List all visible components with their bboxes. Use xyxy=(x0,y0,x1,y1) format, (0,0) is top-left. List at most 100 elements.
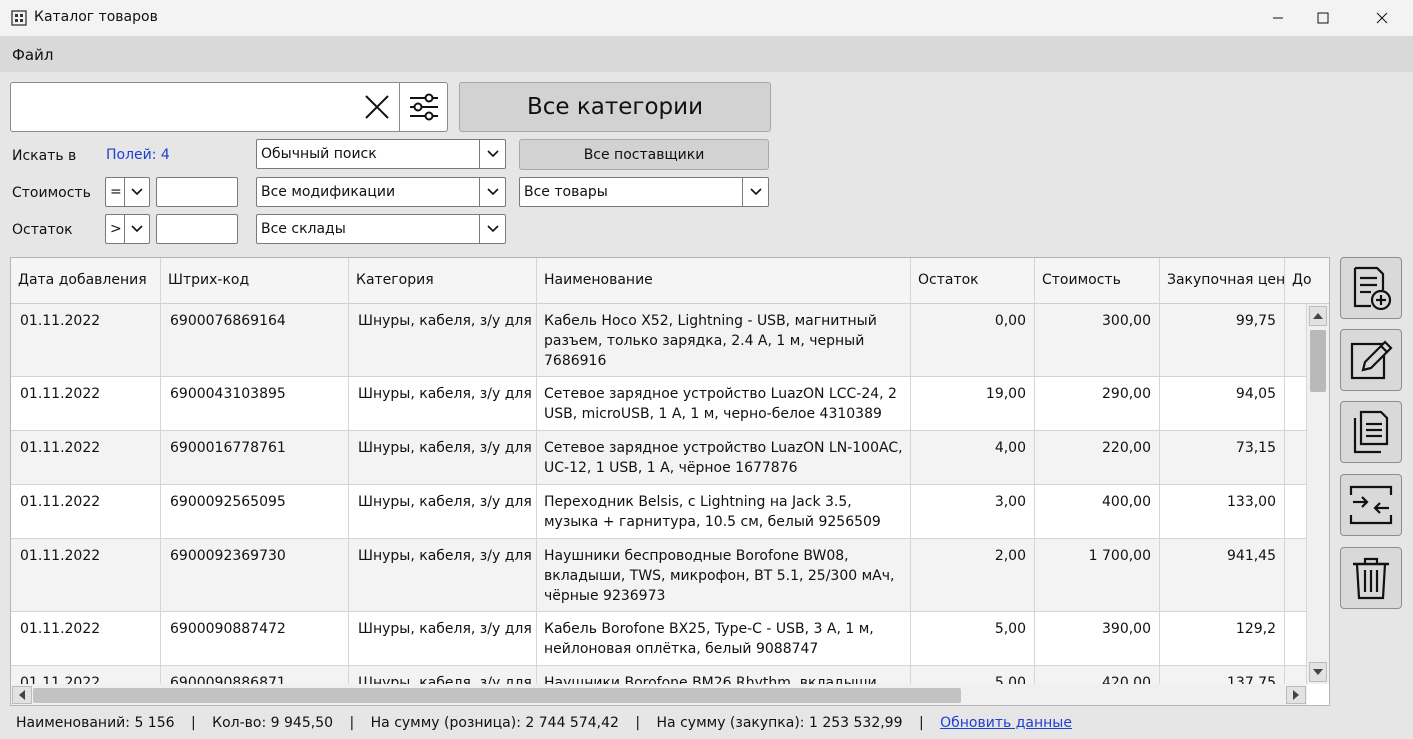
close-icon xyxy=(1376,12,1388,24)
add-item-button[interactable] xyxy=(1340,257,1402,319)
cell-name: Сетевое зарядное устройство LuazON LCC-2… xyxy=(537,377,911,430)
scroll-left-button[interactable] xyxy=(12,686,32,704)
trash-icon xyxy=(1353,557,1389,600)
status-separator: | xyxy=(918,715,924,731)
table-row[interactable]: 01.11.2022 6900043103895 Шнуры, кабеля, з/… xyxy=(11,377,1307,431)
window-title: Каталог товаров xyxy=(34,9,158,25)
cell-barcode: 6900092369730 xyxy=(161,539,349,611)
cell-extra xyxy=(1285,539,1307,611)
fields-link[interactable]: Полей: 4 xyxy=(106,147,170,163)
search-box xyxy=(10,82,448,132)
cost-operator-value: = xyxy=(110,184,122,200)
arrow-up-icon xyxy=(1313,313,1323,319)
cell-cost: 290,00 xyxy=(1035,377,1160,430)
refresh-data-link[interactable]: Обновить данные xyxy=(940,715,1072,731)
cell-barcode: 6900043103895 xyxy=(161,377,349,430)
merge-items-button[interactable] xyxy=(1340,474,1402,536)
cell-cost: 400,00 xyxy=(1035,485,1160,538)
cell-extra xyxy=(1285,304,1307,376)
categories-button[interactable]: Все категории xyxy=(459,82,771,132)
close-window-button[interactable] xyxy=(1359,0,1405,36)
cell-purchase-price: 94,05 xyxy=(1160,377,1285,430)
cell-category: Шнуры, кабеля, з/у для т xyxy=(349,612,537,665)
cell-category: Шнуры, кабеля, з/у для т xyxy=(349,377,537,430)
cost-value-input[interactable] xyxy=(156,177,238,207)
status-qty-value: 9 945,50 xyxy=(270,715,334,731)
cell-extra xyxy=(1285,431,1307,484)
cell-date: 01.11.2022 xyxy=(11,485,161,538)
cell-purchase-price: 73,15 xyxy=(1160,431,1285,484)
column-header-stock[interactable]: Остаток xyxy=(911,258,1035,303)
cell-name: Переходник Belsis, с Lightning на Jack 3… xyxy=(537,485,911,538)
delete-item-button[interactable] xyxy=(1340,547,1402,609)
minimize-icon xyxy=(1273,17,1283,19)
cell-category: Шнуры, кабеля, з/у для т xyxy=(349,539,537,611)
scroll-down-button[interactable] xyxy=(1309,662,1327,682)
column-header-cost[interactable]: Стоимость xyxy=(1035,258,1160,303)
modifications-select[interactable]: Все модификации xyxy=(256,177,506,207)
edit-item-button[interactable] xyxy=(1340,329,1402,391)
column-header-date[interactable]: Дата добавления xyxy=(11,258,161,303)
status-purchase-label: На сумму (закупка): xyxy=(656,715,805,731)
vertical-scroll-thumb[interactable] xyxy=(1310,330,1326,392)
horizontal-scroll-thumb[interactable] xyxy=(33,688,961,703)
horizontal-scrollbar[interactable] xyxy=(11,684,1307,705)
cell-extra xyxy=(1285,485,1307,538)
stock-operator-select[interactable]: > xyxy=(105,214,150,244)
table-header: Дата добавления Штрих-код Категория Наим… xyxy=(11,258,1329,304)
cell-stock: 3,00 xyxy=(911,485,1035,538)
cell-stock: 5,00 xyxy=(911,612,1035,665)
table-row[interactable]: 01.11.2022 6900092369730 Шнуры, кабеля, з/… xyxy=(11,539,1307,612)
table-row[interactable]: 01.11.2022 6900016778761 Шнуры, кабеля, з/… xyxy=(11,431,1307,485)
table-row[interactable]: 01.11.2022 6900076869164 Шнуры, кабеля, з/… xyxy=(11,304,1307,377)
arrow-left-icon xyxy=(19,690,25,700)
vertical-scrollbar[interactable] xyxy=(1307,304,1329,684)
goods-select[interactable]: Все товары xyxy=(519,177,769,207)
minimize-button[interactable] xyxy=(1255,0,1301,36)
menu-bar: Файл xyxy=(0,36,1413,72)
status-retail-label: На сумму (розница): xyxy=(370,715,521,731)
stock-value-input[interactable] xyxy=(156,214,238,244)
stock-label: Остаток xyxy=(12,222,73,238)
title-bar: Каталог товаров xyxy=(0,0,1413,36)
menu-file[interactable]: Файл xyxy=(12,46,53,64)
column-header-barcode[interactable]: Штрих-код xyxy=(161,258,349,303)
chevron-down-icon xyxy=(124,178,149,206)
cell-purchase-price: 99,75 xyxy=(1160,304,1285,376)
cell-date: 01.11.2022 xyxy=(11,377,161,430)
products-table: Дата добавления Штрих-код Категория Наим… xyxy=(10,257,1330,706)
arrow-down-icon xyxy=(1313,669,1323,675)
status-separator: | xyxy=(635,715,641,731)
scroll-right-button[interactable] xyxy=(1286,686,1306,704)
search-mode-select[interactable]: Обычный поиск xyxy=(256,139,506,169)
table-row[interactable]: 01.11.2022 6900092565095 Шнуры, кабеля, з/… xyxy=(11,485,1307,539)
edit-pencil-icon xyxy=(1350,340,1393,380)
column-header-category[interactable]: Категория xyxy=(349,258,537,303)
column-header-purchase-price[interactable]: Закупочная цен xyxy=(1160,258,1285,303)
cell-date: 01.11.2022 xyxy=(11,304,161,376)
warehouses-select[interactable]: Все склады xyxy=(256,214,506,244)
copy-item-button[interactable] xyxy=(1340,401,1402,463)
stock-operator-value: > xyxy=(110,221,122,237)
cell-category: Шнуры, кабеля, з/у для т xyxy=(349,304,537,376)
column-header-extra[interactable]: До xyxy=(1285,258,1329,303)
maximize-button[interactable] xyxy=(1300,0,1346,36)
suppliers-button[interactable]: Все поставщики xyxy=(519,139,769,170)
status-names-value: 5 156 xyxy=(134,715,175,731)
search-input[interactable] xyxy=(17,91,347,123)
search-settings-button[interactable] xyxy=(399,83,448,131)
search-in-label: Искать в xyxy=(12,148,77,164)
cost-operator-select[interactable]: = xyxy=(105,177,150,207)
clear-search-button[interactable] xyxy=(359,89,395,125)
cell-extra xyxy=(1285,612,1307,665)
chevron-down-icon xyxy=(479,140,505,168)
chevron-down-icon xyxy=(479,215,505,243)
arrow-right-icon xyxy=(1293,690,1299,700)
app-icon xyxy=(11,10,27,26)
column-header-name[interactable]: Наименование xyxy=(537,258,911,303)
scroll-up-button[interactable] xyxy=(1309,306,1327,326)
copy-document-icon xyxy=(1353,410,1389,454)
table-row[interactable]: 01.11.2022 6900090887472 Шнуры, кабеля, з/… xyxy=(11,612,1307,666)
cell-purchase-price: 133,00 xyxy=(1160,485,1285,538)
cell-cost: 390,00 xyxy=(1035,612,1160,665)
